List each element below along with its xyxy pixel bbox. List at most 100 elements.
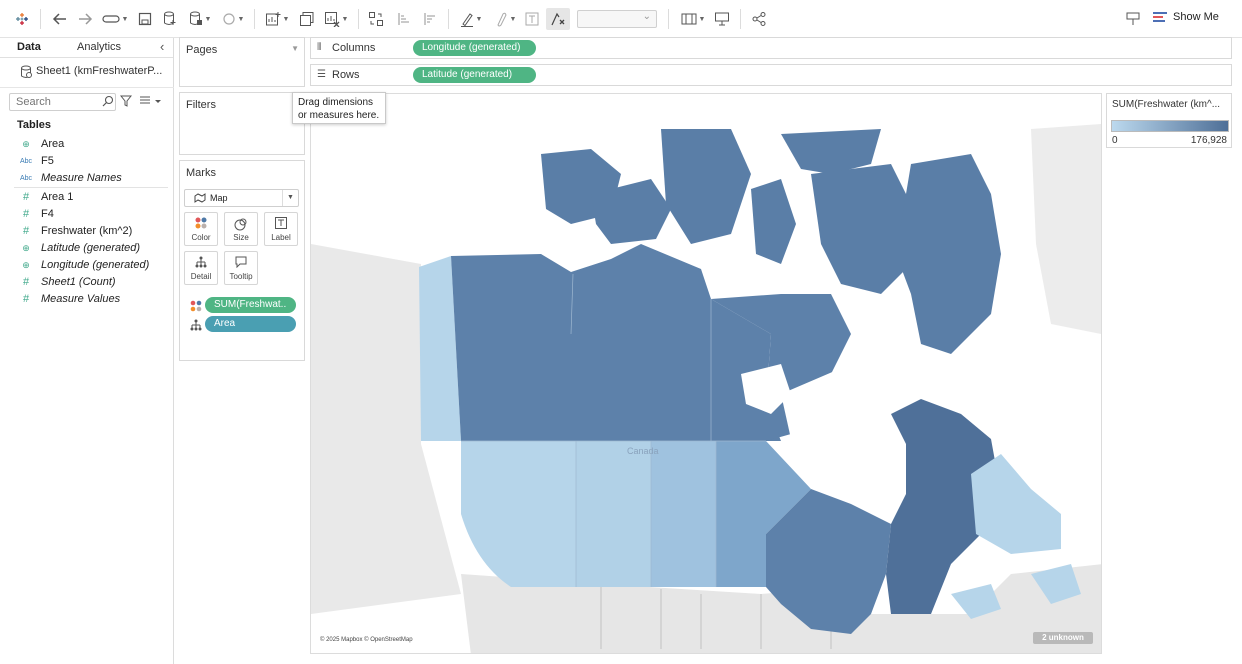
search-icon <box>102 95 114 110</box>
map-attribution[interactable]: © 2025 Mapbox © OpenStreetMap <box>320 637 413 643</box>
number-type-icon: # <box>22 225 30 237</box>
new-worksheet-icon[interactable]: ▼ <box>262 9 292 29</box>
drag-hint-tooltip: Drag dimensions or measures here. <box>292 92 386 124</box>
datasource-icon <box>20 65 32 82</box>
rows-icon: ☰ <box>317 69 326 80</box>
show-labels-icon[interactable] <box>522 9 542 29</box>
size-icon <box>225 217 257 234</box>
share-icon[interactable] <box>749 9 769 29</box>
datasource-name: Sheet1 (kmFreshwaterP... <box>36 65 163 77</box>
redo-icon[interactable] <box>75 9 95 29</box>
columns-pill-longitude[interactable]: Longitude (generated) <box>413 40 536 56</box>
show-me-icon <box>1153 12 1167 22</box>
sort-descending-icon[interactable] <box>419 9 439 29</box>
dimension-measure-divider <box>14 187 168 188</box>
map-mark-icon <box>194 193 206 205</box>
tab-analytics[interactable]: Analytics <box>77 41 121 53</box>
columns-icon: ⦀ <box>317 42 322 53</box>
detail-button[interactable]: Detail <box>184 251 218 285</box>
field-sheet1-count[interactable]: # Sheet1 (Count) <box>18 274 116 290</box>
data-pane-tabs: Data Analytics ‹ <box>0 38 173 58</box>
legend-color-ramp <box>1111 120 1229 132</box>
field-f5[interactable]: Abc F5 <box>18 153 54 169</box>
field-area-1[interactable]: # Area 1 <box>18 189 73 205</box>
field-measure-values[interactable]: # Measure Values <box>18 291 120 307</box>
tableau-logo-icon[interactable] <box>12 9 32 29</box>
filters-card[interactable]: Filters <box>179 92 305 155</box>
highlight-icon[interactable]: ▼ <box>456 9 486 29</box>
pin-icon[interactable] <box>1122 9 1144 29</box>
detail-icon <box>185 256 217 271</box>
saskatchewan-region[interactable] <box>651 441 716 587</box>
legend-min: 0 <box>1112 135 1118 146</box>
field-measure-names[interactable]: Abc Measure Names <box>18 170 122 186</box>
clear-sheet-icon[interactable]: ▼ <box>321 9 351 29</box>
size-button[interactable]: Size <box>224 212 258 246</box>
marks-title: Marks <box>186 167 216 179</box>
columns-shelf[interactable]: ⦀ Columns Longitude (generated) <box>310 37 1232 59</box>
field-area[interactable]: ⊕ Area <box>18 136 64 152</box>
label-button[interactable]: Label <box>264 212 298 246</box>
tooltip-icon <box>225 256 257 271</box>
color-button[interactable]: Color <box>184 212 218 246</box>
new-datasource-icon[interactable] <box>160 9 180 29</box>
globe-icon: ⊕ <box>22 242 30 253</box>
show-me-label: Show Me <box>1173 11 1219 23</box>
mark-type-label: Map <box>210 193 228 203</box>
legend-title: SUM(Freshwater (km^... <box>1112 99 1221 110</box>
toolbar: ▼ ▼ ▼ ▼ ▼ ▼ ▼ ▼ Show Me <box>0 0 1242 38</box>
fit-select[interactable] <box>577 10 657 28</box>
rows-label: Rows <box>332 69 360 81</box>
chevron-down-icon[interactable]: ▼ <box>291 44 299 53</box>
color-icon <box>185 217 217 232</box>
field-longitude[interactable]: ⊕ Longitude (generated) <box>18 257 149 273</box>
duplicate-sheet-icon[interactable] <box>297 9 317 29</box>
field-freshwater[interactable]: # Freshwater (km^2) <box>18 223 132 239</box>
group-icon[interactable]: ▼ <box>490 9 520 29</box>
presentation-icon[interactable] <box>712 9 732 29</box>
sort-ascending-icon[interactable] <box>393 9 413 29</box>
color-icon <box>190 300 202 315</box>
globe-icon: ⊕ <box>22 138 30 149</box>
color-legend[interactable]: SUM(Freshwater (km^... 0 176,928 <box>1106 93 1232 148</box>
number-type-icon: # <box>22 191 30 203</box>
text-type-icon: Abc <box>19 174 33 182</box>
replay-icon[interactable]: ▼ <box>100 9 130 29</box>
filter-icon[interactable] <box>119 95 133 110</box>
detail-icon <box>190 319 202 334</box>
rows-pill-latitude[interactable]: Latitude (generated) <box>413 67 536 83</box>
collapse-pane-icon[interactable]: ‹ <box>160 39 164 54</box>
filters-title: Filters <box>186 99 216 111</box>
columns-label: Columns <box>332 42 376 54</box>
detail-pill-area[interactable]: Area <box>205 316 296 332</box>
swap-icon[interactable] <box>366 9 386 29</box>
field-f4[interactable]: # F4 <box>18 206 54 222</box>
number-type-icon: # <box>22 208 30 220</box>
unknown-badge[interactable]: 2 unknown <box>1033 632 1093 644</box>
show-cards-icon[interactable]: ▼ <box>678 9 708 29</box>
rows-shelf[interactable]: ☰ Rows Latitude (generated) <box>310 64 1232 86</box>
show-me-button[interactable]: Show Me <box>1153 11 1219 23</box>
pause-update-icon[interactable]: ▼ <box>185 9 215 29</box>
number-type-icon: # <box>22 293 30 305</box>
country-label: Canada <box>627 446 659 456</box>
alberta-region[interactable] <box>576 441 651 587</box>
search-input[interactable] <box>9 93 116 111</box>
color-pill-freshwater[interactable]: SUM(Freshwat.. <box>205 297 296 313</box>
view-options-icon[interactable] <box>139 95 161 110</box>
canada-map[interactable]: Canada <box>311 94 1102 654</box>
undo-icon[interactable] <box>50 9 70 29</box>
text-type-icon: Abc <box>19 157 33 165</box>
fix-axes-icon[interactable] <box>546 8 570 30</box>
map-view[interactable]: Canada © 2025 Mapbox © OpenStreetMap 2 u… <box>310 93 1102 654</box>
refresh-icon[interactable]: ▼ <box>218 9 248 29</box>
number-type-icon: # <box>22 276 30 288</box>
label-icon <box>265 217 297 232</box>
tooltip-button[interactable]: Tooltip <box>224 251 258 285</box>
field-latitude[interactable]: ⊕ Latitude (generated) <box>18 240 140 256</box>
chevron-down-icon: ▼ <box>282 190 298 206</box>
save-icon[interactable] <box>135 9 155 29</box>
tab-data[interactable]: Data <box>17 41 41 53</box>
mark-type-select[interactable]: Map ▼ <box>184 189 299 207</box>
pages-card[interactable]: Pages ▼ <box>179 37 305 87</box>
